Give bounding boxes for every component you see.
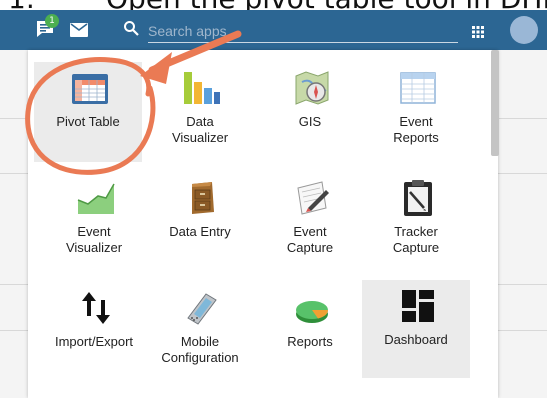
app-data-entry[interactable]: Data Entry [146,172,254,272]
pie-chart-icon [296,301,329,323]
map-compass-icon [295,71,329,105]
top-header-bar: 1 [0,10,547,50]
app-pivot-table[interactable]: Pivot Table [34,62,142,162]
app-tracker-capture[interactable]: Tracker Capture [362,172,470,272]
app-label: Event Reports [393,114,439,145]
message-count-badge: 1 [45,14,59,28]
menu-scrollbar[interactable] [491,50,499,156]
app-event-visualizer[interactable]: Event Visualizer [40,172,148,272]
search-icon [123,20,139,41]
mobile-phone-icon [187,293,217,325]
dashboard-grid-icon [402,290,434,322]
app-dashboard[interactable]: Dashboard [362,280,470,378]
app-label: Data Visualizer [171,114,229,145]
app-label: Pivot Table [56,114,120,129]
app-label: Dashboard [384,332,448,347]
bar-chart-icon [184,72,220,104]
app-label: Event Visualizer [65,224,123,255]
app-reports[interactable]: Reports [256,282,364,382]
app-event-reports[interactable]: Event Reports [362,62,470,162]
filing-cabinet-icon [192,182,214,214]
app-label: Reports [287,334,333,349]
paper-pen-icon [297,181,329,215]
area-chart-icon [77,183,115,214]
app-gis[interactable]: GIS [256,62,364,162]
app-mobile-configuration[interactable]: Mobile Configuration [146,282,254,382]
clipboard-icon [404,180,432,216]
app-label: GIS [298,114,322,129]
app-data-visualizer[interactable]: Data Visualizer [146,62,254,162]
user-avatar[interactable] [510,16,538,44]
app-event-capture[interactable]: Event Capture [256,172,364,272]
app-import-export[interactable]: Import/Export [40,282,148,382]
spreadsheet-icon [400,72,436,104]
app-label: Event Capture [286,224,334,255]
app-label: Data Entry [169,224,231,239]
mail-icon[interactable] [70,23,88,42]
search-apps-input[interactable] [148,20,458,43]
app-label: Import/Export [54,334,134,349]
up-down-arrows-icon [82,292,110,324]
apps-grid-icon[interactable] [472,25,484,43]
pivot-table-icon [72,74,108,104]
app-label: Tracker Capture [392,224,440,255]
app-label: Mobile Configuration [161,334,239,365]
